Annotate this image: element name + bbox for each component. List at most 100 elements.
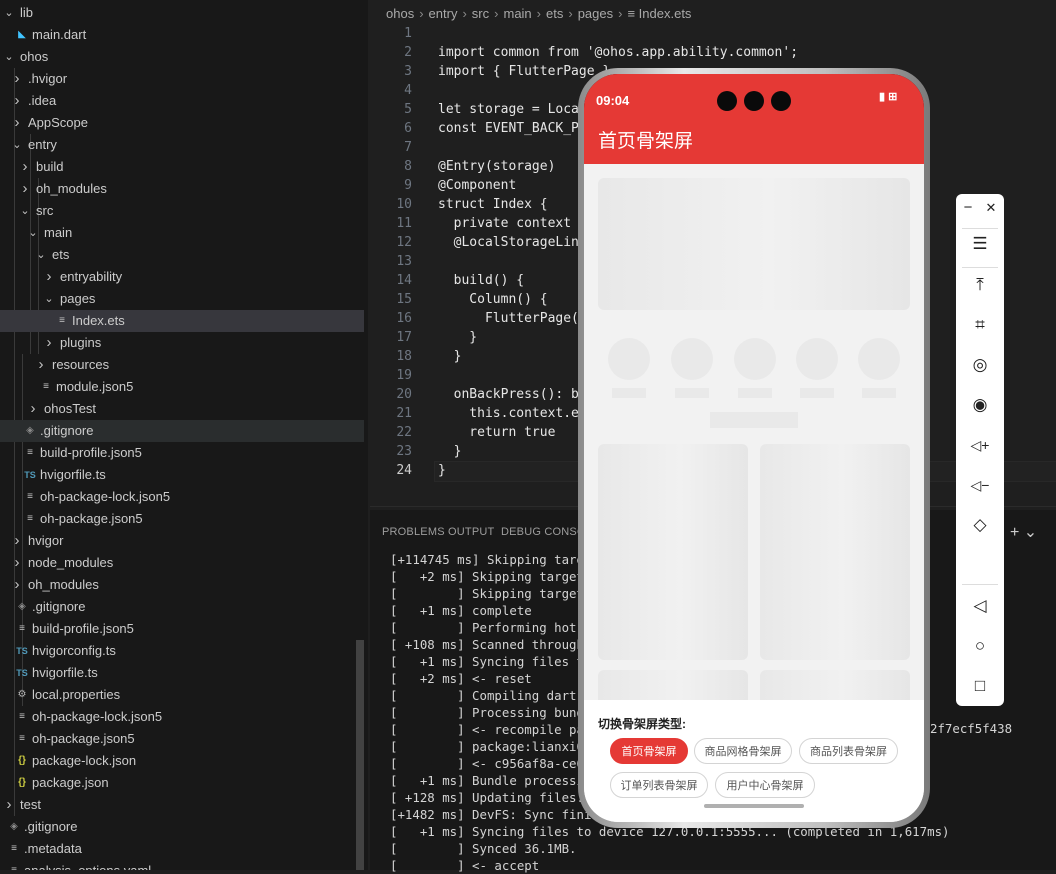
folder-item[interactable]: › AppScope (0, 112, 364, 134)
tab-problems[interactable]: PROBLEMS (382, 526, 445, 538)
code-text: build() { (438, 273, 525, 288)
toolbar-divider (962, 584, 998, 585)
breadcrumb-item[interactable]: Index.ets (639, 6, 692, 21)
file-item[interactable]: ◈ .gitignore (0, 420, 364, 442)
folder-item[interactable]: ⌄ ohos (0, 46, 364, 68)
chip-product-list-skeleton[interactable]: 商品列表骨架屏 (799, 738, 898, 764)
lines-file-icon: ≡ (19, 711, 25, 722)
file-item[interactable]: {} package.json (0, 772, 364, 794)
file-name: package-lock.json (32, 753, 137, 768)
skeleton-avatar (671, 338, 713, 380)
folder-item[interactable]: ⌄ lib (0, 2, 364, 24)
folder-item[interactable]: ⌄ entry (0, 134, 364, 156)
breadcrumb-item[interactable]: entry (429, 6, 458, 21)
chevron-down-icon: ⌄ (36, 249, 46, 261)
breadcrumb-item[interactable]: ets (546, 6, 563, 21)
breadcrumb-item[interactable]: pages (578, 6, 613, 21)
file-name: plugins (60, 335, 102, 350)
panel-add-terminal-button[interactable]: + ⌄ (1010, 522, 1037, 542)
file-name: Index.ets (72, 313, 125, 328)
folder-item[interactable]: › node_modules (0, 552, 364, 574)
chip-home-skeleton[interactable]: 首页骨架屏 (610, 738, 688, 764)
code-line[interactable]: 2 import common from '@ohos.app.ability.c… (370, 43, 1056, 62)
file-name: local.properties (32, 687, 121, 702)
chevron-right-icon: › (22, 180, 28, 197)
explorer-scrollbar[interactable] (356, 640, 364, 870)
tab-output[interactable]: OUTPUT (448, 526, 494, 538)
log-line: [ ] <- accept (390, 858, 540, 873)
switcher-title: 切换骨架屏类型: (598, 717, 686, 731)
file-item[interactable]: ⚙ local.properties (0, 684, 364, 706)
file-name: src (36, 203, 54, 218)
folder-item[interactable]: › .idea (0, 90, 364, 112)
file-item[interactable]: ≡ build-profile.json5 (0, 618, 364, 640)
screenshot-icon[interactable]: ◉ (956, 391, 1004, 419)
folder-item[interactable]: ⌄ pages (0, 288, 364, 310)
back-icon[interactable]: ◁ (956, 592, 1004, 620)
toolbar-divider (962, 228, 998, 229)
chevron-down-icon: ⌄ (12, 139, 22, 151)
menu-icon[interactable]: ☰ (956, 230, 1004, 258)
skeleton-card (598, 444, 748, 660)
line-number: 13 (396, 254, 412, 269)
folder-item[interactable]: › hvigor (0, 530, 364, 552)
file-item[interactable]: ≡ oh-package-lock.json5 (0, 486, 364, 508)
rotate-icon[interactable]: ◎ (956, 351, 1004, 379)
ts-file-icon: TS (16, 646, 28, 656)
folder-item[interactable]: › resources (0, 354, 364, 376)
folder-item[interactable]: › oh_modules (0, 178, 364, 200)
file-item[interactable]: ◣ main.dart (0, 24, 364, 46)
shake-icon[interactable]: ◇ (956, 511, 1004, 539)
file-item[interactable]: ≡ analysis_options.yaml (0, 860, 364, 870)
code-line[interactable]: 1 (370, 24, 1056, 43)
file-item[interactable]: TS hvigorconfig.ts (0, 640, 364, 662)
folder-item[interactable]: › test (0, 794, 364, 816)
crop-icon[interactable]: ⌗ (956, 311, 1004, 339)
skeleton-label (675, 388, 709, 398)
log-line: [ ] Synced 36.1MB. (390, 841, 577, 856)
recent-apps-icon[interactable]: □ (956, 672, 1004, 700)
breadcrumb-separator-icon: › (462, 6, 467, 21)
file-item[interactable]: {} package-lock.json (0, 750, 364, 772)
file-name: hvigorfile.ts (32, 665, 98, 680)
file-item[interactable]: ≡ oh-package-lock.json5 (0, 706, 364, 728)
file-item[interactable]: ◈ .gitignore (0, 596, 364, 618)
file-name: oh-package-lock.json5 (32, 709, 163, 724)
file-name: entry (28, 137, 57, 152)
file-item[interactable]: ≡ oh-package.json5 (0, 508, 364, 530)
file-name: .metadata (24, 841, 82, 856)
home-indicator[interactable] (704, 804, 804, 808)
code-text: onBackPress(): bo (438, 387, 587, 402)
home-icon[interactable]: ○ (956, 632, 1004, 660)
folder-item[interactable]: › build (0, 156, 364, 178)
folder-item[interactable]: ⌄ ets (0, 244, 364, 266)
volume-up-icon[interactable]: ◁+ (956, 431, 1004, 459)
folder-item[interactable]: › entryability (0, 266, 364, 288)
folder-item[interactable]: ⌄ src (0, 200, 364, 222)
breadcrumb-item[interactable]: main (503, 6, 531, 21)
app-bar: 09:04 ▮ ⊞ 首页骨架屏 (584, 74, 924, 164)
file-item[interactable]: ≡ build-profile.json5 (0, 442, 364, 464)
file-item[interactable]: ≡ oh-package.json5 (0, 728, 364, 750)
folder-item[interactable]: ⌄ main (0, 222, 364, 244)
volume-down-icon[interactable]: ◁− (956, 471, 1004, 499)
file-item[interactable]: ≡ Index.ets (0, 310, 364, 332)
chip-order-list-skeleton[interactable]: 订单列表骨架屏 (610, 772, 708, 798)
close-icon[interactable]: ✕ (978, 194, 1004, 222)
file-name: ohos (20, 49, 49, 64)
file-item[interactable]: ≡ module.json5 (0, 376, 364, 398)
folder-item[interactable]: › plugins (0, 332, 364, 354)
chip-user-center-skeleton[interactable]: 用户中心骨架屏 (715, 772, 815, 798)
folder-item[interactable]: › oh_modules (0, 574, 364, 596)
folder-item[interactable]: › ohosTest (0, 398, 364, 420)
breadcrumb-item[interactable]: ohos (386, 6, 414, 21)
minimize-icon[interactable]: − (956, 194, 980, 222)
chip-product-grid-skeleton[interactable]: 商品网格骨架屏 (694, 738, 792, 764)
file-item[interactable]: ≡ .metadata (0, 838, 364, 860)
file-item[interactable]: TS hvigorfile.ts (0, 662, 364, 684)
folder-item[interactable]: › .hvigor (0, 68, 364, 90)
breadcrumb-item[interactable]: src (472, 6, 489, 21)
file-item[interactable]: ◈ .gitignore (0, 816, 364, 838)
file-item[interactable]: TS hvigorfile.ts (0, 464, 364, 486)
pin-top-icon[interactable]: ⤒ (956, 271, 1004, 299)
